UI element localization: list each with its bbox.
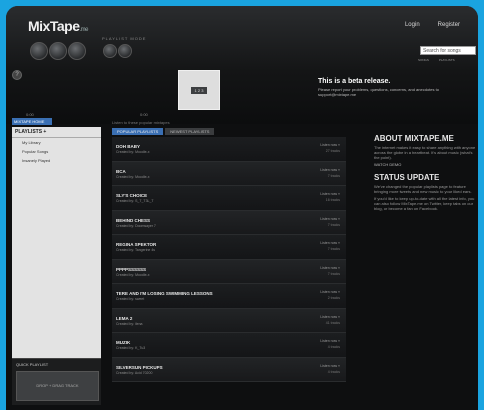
list-item[interactable]: LEMA 2 Created by: ilena Listen now » 41… — [112, 308, 346, 333]
listen-link[interactable]: Listen now » — [320, 241, 340, 245]
search-opt-playlists[interactable]: PLAYLISTS — [439, 58, 455, 62]
logo[interactable]: MixTape.me — [28, 18, 88, 34]
header: MixTape.me Login Register PLAYLIST MODE … — [6, 6, 478, 124]
quick-playlist-title: QUICK PLAYLIST — [16, 362, 49, 367]
help-icon[interactable]: ? — [12, 70, 22, 80]
status-title: STATUS UPDATE — [374, 173, 440, 182]
beta-text: Please report your problems, questions, … — [318, 87, 439, 97]
search-options: SONGS PLAYLISTS — [418, 58, 455, 62]
track-count: 7 tracks — [327, 247, 340, 251]
playlists-header[interactable]: PLAYLISTS + — [12, 127, 101, 138]
time-elapsed: 0:00 — [26, 112, 34, 117]
playlist-title: BEHIND CHESS — [116, 217, 151, 223]
listen-link[interactable]: Listen now » — [320, 339, 340, 343]
listen-link[interactable]: Listen now » — [320, 315, 340, 319]
track-count: 4 tracks — [327, 369, 340, 374]
tab-newest-playlists[interactable]: NEWEST PLAYLISTS — [165, 128, 215, 135]
track-count: 41 tracks — [325, 320, 340, 325]
next-button[interactable] — [68, 42, 86, 60]
playlist-creator: Created by: S_T_T3L_T — [116, 199, 154, 203]
sidebar: PLAYLISTS + My Library Popular Songs Ins… — [12, 127, 101, 359]
playlist-creator: Created by: K_Tu3 — [116, 346, 146, 350]
watch-demo-link[interactable]: WATCH DEMO — [374, 162, 478, 167]
login-link[interactable]: Login — [405, 22, 420, 28]
logo-text: MixTape — [28, 18, 80, 34]
track-count: 16 tracks — [325, 198, 340, 202]
shuffle-button[interactable] — [103, 44, 117, 58]
status-text-2: If you'd like to keep up-to-date with al… — [374, 196, 475, 211]
listen-link[interactable]: Listen now » — [320, 364, 340, 368]
list-item[interactable]: BCA Created by: Moodle-x Listen now » 7 … — [112, 161, 346, 186]
playlist-creator: Created by: Moodle-x — [116, 272, 150, 277]
playlist-creator: Created by: Tangerine 4s — [116, 248, 156, 252]
playlist-list: DOH BABY Created by: Moodle-x Listen now… — [112, 137, 346, 382]
list-item[interactable]: SLY'S CHOICE Created by: S_T_T3L_T Liste… — [112, 186, 346, 211]
beta-title: This is a beta release. — [318, 78, 391, 85]
time-total: 0:00 — [140, 112, 148, 117]
list-item[interactable]: BEHIND CHESS Created by: Doomsayer 7 Lis… — [112, 210, 346, 235]
track-count: 7 tracks — [327, 271, 340, 276]
search-input[interactable]: Search for songs — [420, 46, 476, 55]
list-item[interactable]: PPPPSSSSSS Created by: Moodle-x Listen n… — [112, 259, 346, 284]
sidebar-item-insanely-played[interactable]: Insanely Played — [12, 156, 101, 165]
status-text-1: We've changed the popular playlists page… — [374, 184, 472, 194]
listen-link[interactable]: Listen now » — [320, 192, 340, 196]
track-count: 2 tracks — [327, 296, 340, 300]
playlist-creator: Created by: ilena — [116, 321, 143, 326]
playlist-title: MUZIK — [116, 340, 131, 345]
app-frame: MixTape.me Login Register PLAYLIST MODE … — [6, 6, 478, 410]
track-count: 7 tracks — [327, 222, 340, 227]
playlist-creator: Created by: Doomsayer 7 — [116, 223, 156, 228]
playlist-creator: Created by: Acid 70200 — [116, 370, 153, 375]
playlist-title: TERE AND I'M LOSING SWIMMING LESSONS — [116, 291, 213, 296]
listen-link[interactable]: Listen now » — [320, 217, 340, 221]
album-art: 1 2 3 — [178, 70, 220, 110]
logo-suffix: .me — [79, 27, 88, 33]
quick-playlist-dropzone[interactable]: DROP + DRAG TRACK — [16, 371, 99, 401]
player-label: 1 2 3 — [191, 87, 207, 94]
track-count: 4 tracks — [327, 345, 340, 349]
playlist-title: BCA — [116, 168, 126, 174]
about-title: ABOUT MIXTAPE.ME — [374, 134, 454, 143]
playlist-title: DOH BABY — [116, 144, 141, 149]
list-item[interactable]: REGINA SPEKTOR Created by: Tangerine 4s … — [112, 235, 346, 260]
playlist-title: SLY'S CHOICE — [116, 193, 148, 198]
list-item[interactable]: DOH BABY Created by: Moodle-x Listen now… — [112, 137, 346, 162]
tab-popular-playlists[interactable]: POPULAR PLAYLISTS — [112, 128, 164, 135]
list-item[interactable]: MUZIK Created by: K_Tu3 Listen now » 4 t… — [112, 333, 346, 358]
playlist-title: LEMA 2 — [116, 315, 133, 321]
register-link[interactable]: Register — [438, 22, 460, 28]
playlist-title: SILVERSUN PICKUPS — [116, 364, 163, 370]
playlist-tabs: POPULAR PLAYLISTS NEWEST PLAYLISTS — [112, 128, 215, 135]
top-links: Login Register — [405, 22, 460, 28]
previous-button[interactable] — [30, 42, 48, 60]
listen-link[interactable]: Listen now » — [320, 290, 340, 294]
playlist-creator: Created by: Moodle-x — [116, 150, 150, 154]
listen-link[interactable]: Listen now » — [320, 143, 340, 147]
track-count: 7 tracks — [327, 173, 340, 178]
about-text: The internet makes it easy to share anyt… — [374, 145, 476, 160]
sidebar-item-popular-songs[interactable]: Popular Songs — [12, 147, 101, 156]
playlist-creator: Created by: sweet — [116, 297, 145, 301]
center-caption: Listen to these popular mixtapes — [112, 120, 170, 125]
tab-mixtape-home[interactable]: MIXTAPE HOME — [12, 118, 52, 125]
playlist-title: PPPPSSSSSS — [116, 266, 147, 272]
playlist-title: REGINA SPEKTOR — [116, 242, 157, 247]
list-item[interactable]: SILVERSUN PICKUPS Created by: Acid 70200… — [112, 357, 346, 382]
sidebar-item-my-library[interactable]: My Library — [12, 138, 101, 147]
track-count: 27 tracks — [325, 149, 340, 153]
play-button[interactable] — [49, 42, 67, 60]
mode-label: PLAYLIST MODE — [102, 36, 147, 41]
quick-playlist: QUICK PLAYLIST DROP + DRAG TRACK — [12, 358, 101, 405]
right-panel: ABOUT MIXTAPE.ME The internet makes it e… — [374, 134, 478, 213]
listen-link[interactable]: Listen now » — [320, 266, 340, 270]
listen-link[interactable]: Listen now » — [320, 168, 340, 172]
search-opt-songs[interactable]: SONGS — [418, 58, 429, 62]
repeat-button[interactable] — [118, 44, 132, 58]
playlist-creator: Created by: Moodle-x — [116, 174, 150, 179]
list-item[interactable]: TERE AND I'M LOSING SWIMMING LESSONS Cre… — [112, 284, 346, 309]
